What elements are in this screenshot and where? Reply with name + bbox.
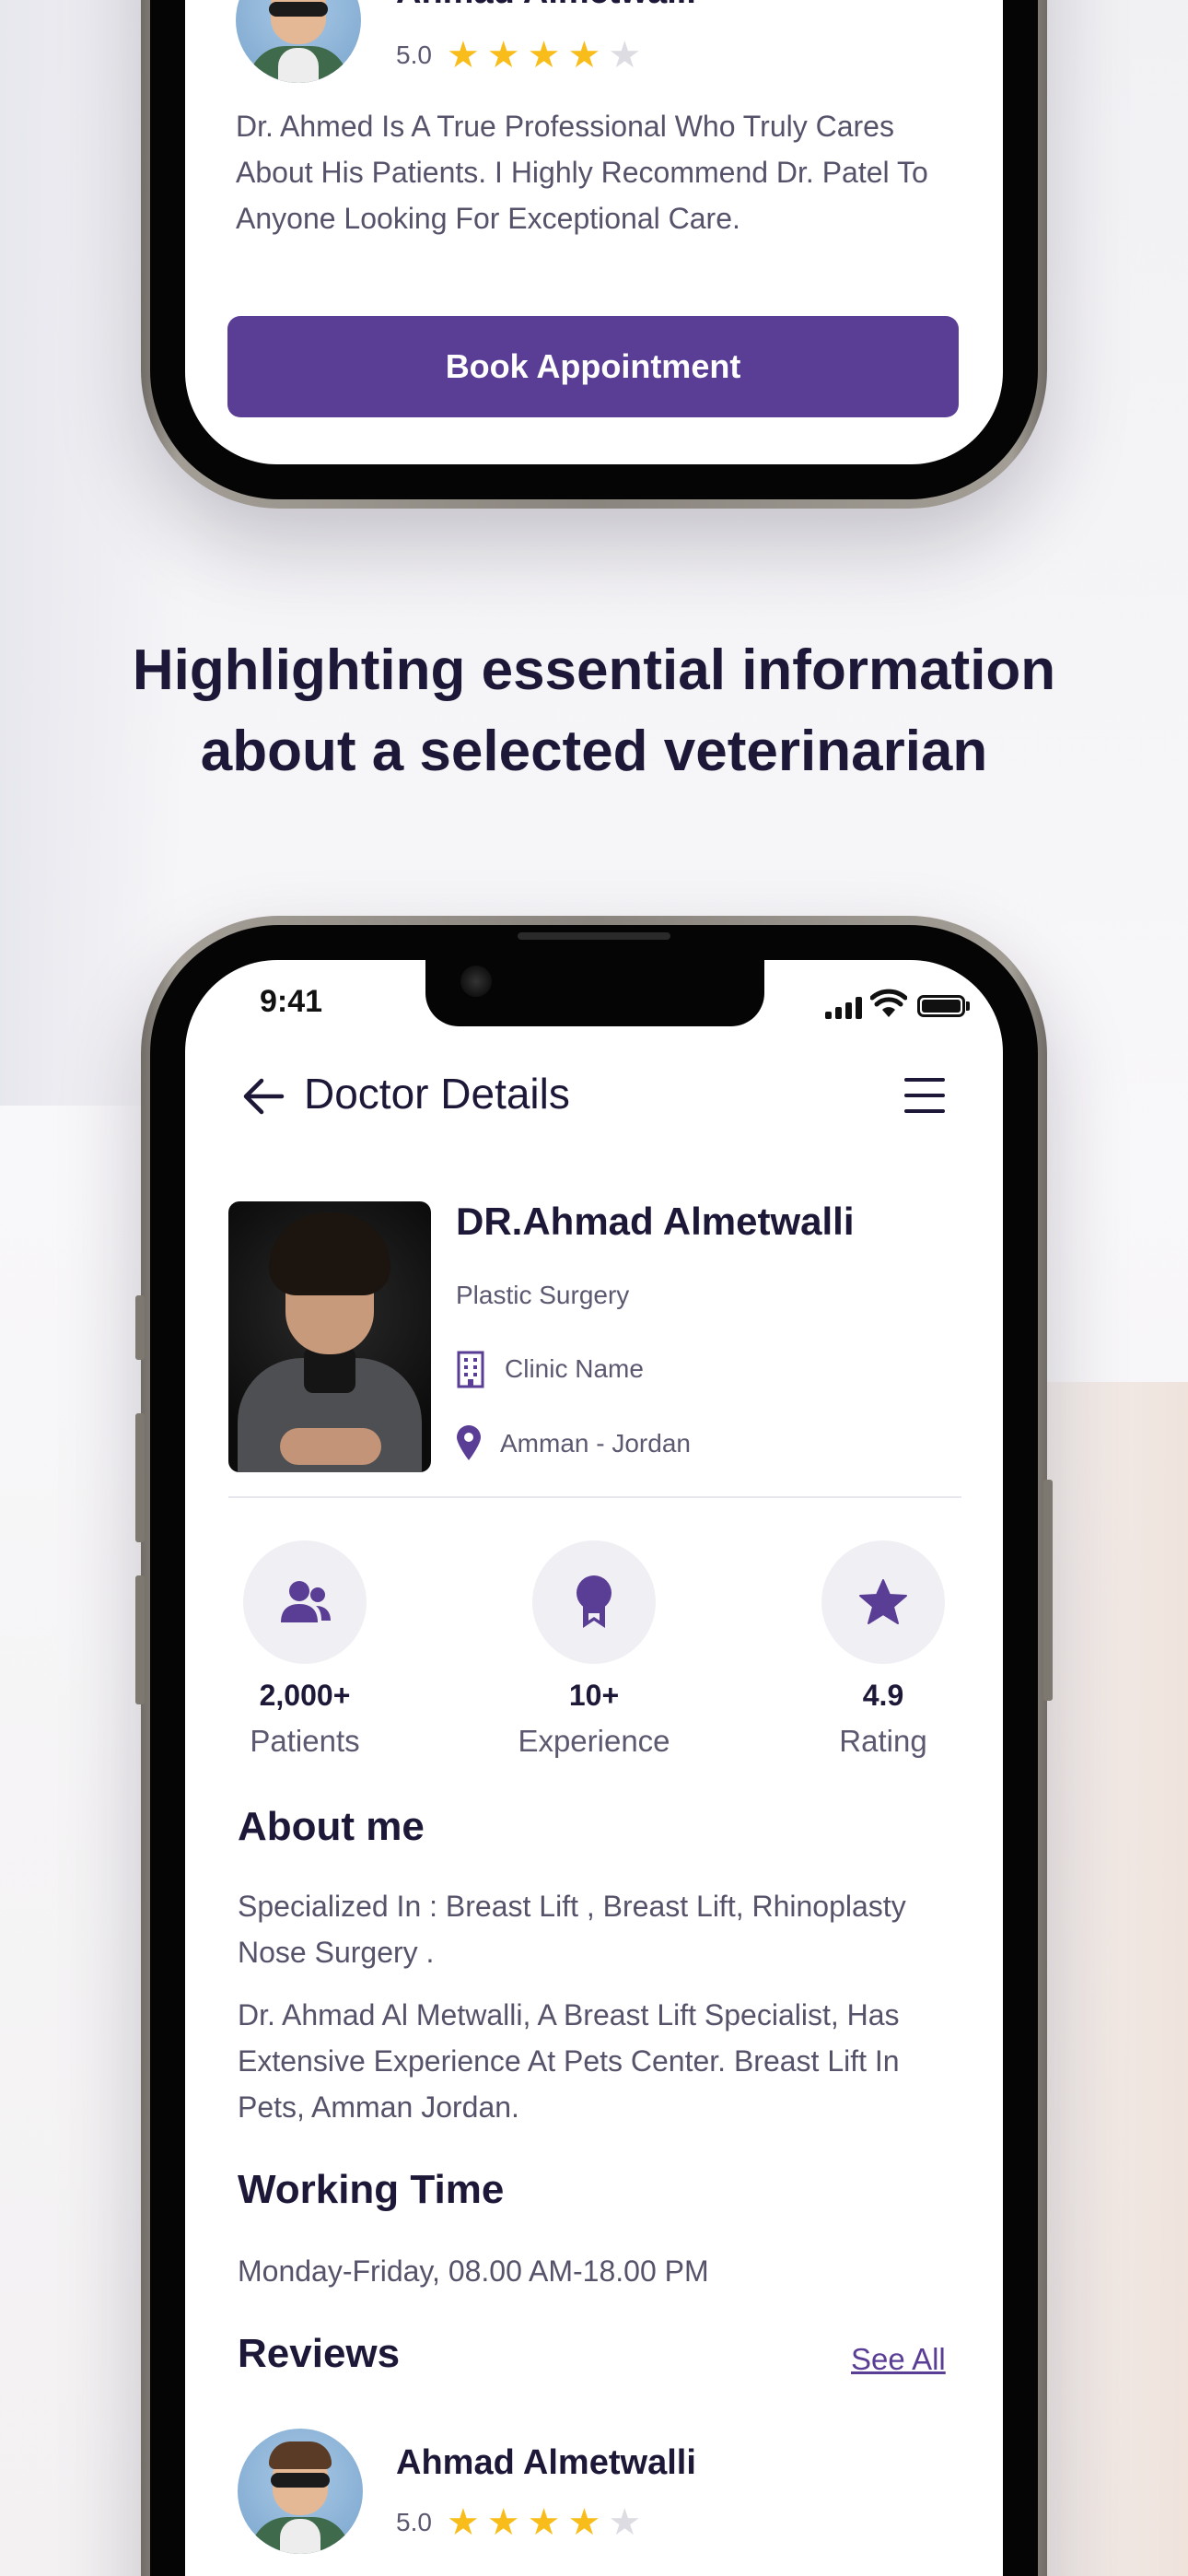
doctor-name: DR.Ahmad Almetwalli (456, 1200, 855, 1243)
star-empty-icon: ★ (608, 34, 642, 76)
rating-value: 5.0 (396, 2508, 432, 2536)
menu-icon[interactable] (904, 1078, 945, 1115)
stat-label: Patients (250, 1724, 360, 1758)
building-icon (457, 1351, 484, 1388)
stat-experience: 10+ Experience (483, 1540, 705, 1759)
stat-icon-circle (243, 1540, 367, 1664)
reviewer-avatar (236, 0, 361, 83)
battery-icon (917, 995, 965, 1017)
clinic-name: Clinic Name (505, 1354, 644, 1383)
working-hours: Monday-Friday, 08.00 AM-18.00 PM (238, 2254, 709, 2288)
stat-icon-circle (821, 1540, 945, 1664)
wifi-icon (870, 989, 907, 1017)
back-arrow-icon[interactable] (241, 1076, 285, 1117)
doctor-photo (228, 1201, 431, 1472)
stat-rating: 4.9 Rating (773, 1540, 994, 1759)
signal-icon (825, 995, 862, 1019)
stat-value: 2,000+ (259, 1679, 351, 1712)
reviews-title: Reviews (238, 2331, 401, 2376)
battery-tip (966, 1001, 970, 1011)
reviewer-avatar (238, 2429, 363, 2554)
feature-headline: Highlighting essential information about… (0, 630, 1188, 792)
page-title: Doctor Details (304, 1070, 570, 1118)
review-rating: 5.0 ★ ★ ★ ★ ★ (396, 2504, 641, 2541)
book-appointment-button[interactable]: Book Appointment (227, 316, 959, 417)
about-specialized: Specialized In : Breast Lift , Breast Li… (238, 1890, 906, 1969)
location-pin-icon (457, 1425, 481, 1460)
reviewer-name: Ahmad Almetwalli (396, 2443, 696, 2482)
speaker-grille (518, 932, 670, 940)
about-title: About me (238, 1804, 425, 1849)
power-button (1043, 1480, 1053, 1701)
award-icon (577, 1575, 611, 1628)
star-empty-icon: ★ (608, 2501, 642, 2544)
star-filled-icon: ★ (446, 34, 480, 76)
status-time: 9:41 (260, 984, 323, 1019)
working-time-title: Working Time (238, 2167, 505, 2212)
see-all-link[interactable]: See All (851, 2342, 946, 2377)
doctor-location: Amman - Jordan (500, 1429, 691, 1458)
star-filled-icon: ★ (567, 34, 601, 76)
divider (228, 1496, 961, 1498)
doctor-specialty: Plastic Surgery (456, 1281, 630, 1309)
star-filled-icon: ★ (446, 2501, 480, 2544)
stat-value: 4.9 (862, 1679, 904, 1712)
stat-label: Rating (839, 1724, 927, 1758)
volume-up-button (135, 1413, 145, 1542)
patients-icon (281, 1581, 331, 1622)
phone-side-button (135, 1295, 145, 1360)
rating-value: 5.0 (396, 41, 432, 69)
about-description: Dr. Ahmad Al Metwalli, A Breast Lift Spe… (238, 1998, 900, 2124)
headline-line-1: Highlighting essential information (132, 638, 1056, 702)
volume-down-button (135, 1575, 145, 1704)
review-text: Dr. Ahmed Is A True Professional Who Tru… (236, 110, 928, 235)
reviewer-name: Ahmad Almetwalli (396, 0, 696, 12)
front-camera (460, 966, 492, 997)
headline-line-2: about a selected veterinarian (200, 720, 988, 783)
star-icon (859, 1579, 907, 1624)
star-filled-icon: ★ (567, 2501, 601, 2544)
star-filled-icon: ★ (486, 34, 520, 76)
review-rating: 5.0 ★ ★ ★ ★ ★ (396, 37, 641, 74)
star-filled-icon: ★ (486, 2501, 520, 2544)
stat-label: Experience (518, 1724, 670, 1758)
star-filled-icon: ★ (527, 34, 561, 76)
star-filled-icon: ★ (527, 2501, 561, 2544)
stat-patients: 2,000+ Patients (194, 1540, 415, 1759)
stat-value: 10+ (568, 1679, 620, 1712)
stat-icon-circle (532, 1540, 656, 1664)
